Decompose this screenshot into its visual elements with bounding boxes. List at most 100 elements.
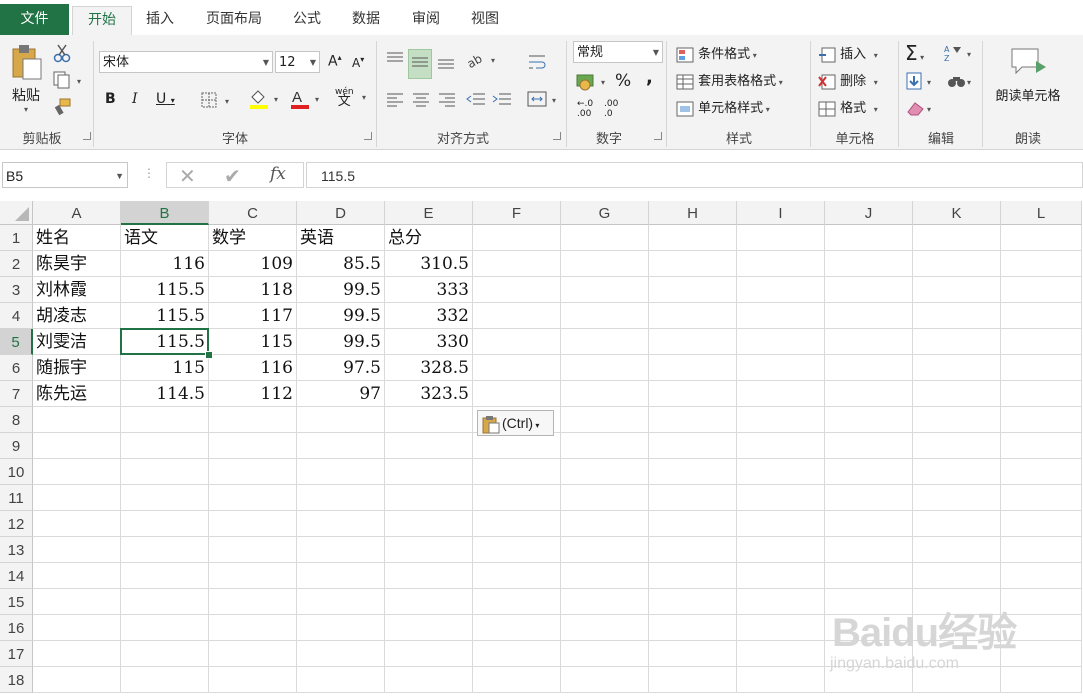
format-cells-button[interactable]: 格式 ▾ xyxy=(818,97,878,117)
cell-k4[interactable] xyxy=(913,303,1001,329)
cell-c9[interactable] xyxy=(209,433,297,459)
cell-d9[interactable] xyxy=(297,433,385,459)
cell-a6[interactable]: 随振宇 xyxy=(33,355,121,381)
cell-j13[interactable] xyxy=(825,537,913,563)
cell-d13[interactable] xyxy=(297,537,385,563)
cell-c7[interactable]: 112 xyxy=(209,381,297,407)
cell-f11[interactable] xyxy=(473,485,561,511)
cell-k8[interactable] xyxy=(913,407,1001,433)
enter-icon[interactable]: ✔ xyxy=(224,164,241,188)
cell-e13[interactable] xyxy=(385,537,473,563)
cell-e6[interactable]: 328.5 xyxy=(385,355,473,381)
cell-c14[interactable] xyxy=(209,563,297,589)
align-left-icon[interactable] xyxy=(384,91,406,111)
conditional-formatting-button[interactable]: 条件格式 ▾ xyxy=(676,43,757,63)
cell-h15[interactable] xyxy=(649,589,737,615)
cell-e15[interactable] xyxy=(385,589,473,615)
cell-a4[interactable]: 胡凌志 xyxy=(33,303,121,329)
cell-j2[interactable] xyxy=(825,251,913,277)
cell-l18[interactable] xyxy=(1001,667,1082,693)
cell-g1[interactable] xyxy=(561,225,649,251)
wrap-text-icon[interactable] xyxy=(526,51,548,77)
cell-e2[interactable]: 310.5 xyxy=(385,251,473,277)
alignment-launcher-icon[interactable] xyxy=(553,132,561,140)
cell-a9[interactable] xyxy=(33,433,121,459)
column-header-f[interactable]: F xyxy=(473,201,561,225)
cell-l12[interactable] xyxy=(1001,511,1082,537)
cell-l4[interactable] xyxy=(1001,303,1082,329)
cell-f7[interactable] xyxy=(473,381,561,407)
column-header-l[interactable]: L xyxy=(1001,201,1082,225)
cell-h5[interactable] xyxy=(649,329,737,355)
cell-h9[interactable] xyxy=(649,433,737,459)
cell-e11[interactable] xyxy=(385,485,473,511)
cell-g14[interactable] xyxy=(561,563,649,589)
cell-d18[interactable] xyxy=(297,667,385,693)
increase-indent-icon[interactable] xyxy=(491,91,513,111)
cell-b9[interactable] xyxy=(121,433,209,459)
cell-k11[interactable] xyxy=(913,485,1001,511)
column-header-g[interactable]: G xyxy=(561,201,649,225)
cell-l2[interactable] xyxy=(1001,251,1082,277)
cell-j7[interactable] xyxy=(825,381,913,407)
cell-b4[interactable]: 115.5 xyxy=(121,303,209,329)
cell-c8[interactable] xyxy=(209,407,297,433)
cell-c16[interactable] xyxy=(209,615,297,641)
cell-i3[interactable] xyxy=(737,277,825,303)
tab-page-layout[interactable]: 页面布局 xyxy=(196,6,272,35)
cell-k12[interactable] xyxy=(913,511,1001,537)
cell-h10[interactable] xyxy=(649,459,737,485)
paste-button[interactable]: 粘贴 ▾ xyxy=(6,43,46,119)
cell-h16[interactable] xyxy=(649,615,737,641)
tab-view[interactable]: 视图 xyxy=(462,6,508,35)
row-header-18[interactable]: 18 xyxy=(0,667,33,693)
column-header-b[interactable]: B xyxy=(121,201,209,225)
cell-j12[interactable] xyxy=(825,511,913,537)
cell-i16[interactable] xyxy=(737,615,825,641)
font-color-icon[interactable]: A ▾ xyxy=(289,88,325,114)
cell-h17[interactable] xyxy=(649,641,737,667)
align-top-icon[interactable] xyxy=(384,49,406,73)
cell-b12[interactable] xyxy=(121,511,209,537)
cell-b10[interactable] xyxy=(121,459,209,485)
cell-f5[interactable] xyxy=(473,329,561,355)
cell-h13[interactable] xyxy=(649,537,737,563)
cell-d14[interactable] xyxy=(297,563,385,589)
cell-e18[interactable] xyxy=(385,667,473,693)
cell-h1[interactable] xyxy=(649,225,737,251)
cell-a16[interactable] xyxy=(33,615,121,641)
cell-c18[interactable] xyxy=(209,667,297,693)
align-center-icon[interactable] xyxy=(410,91,432,111)
cell-e17[interactable] xyxy=(385,641,473,667)
number-launcher-icon[interactable] xyxy=(654,132,662,140)
cell-l7[interactable] xyxy=(1001,381,1082,407)
cell-l13[interactable] xyxy=(1001,537,1082,563)
cell-d4[interactable]: 99.5 xyxy=(297,303,385,329)
column-header-e[interactable]: E xyxy=(385,201,473,225)
cell-f17[interactable] xyxy=(473,641,561,667)
cell-d7[interactable]: 97 xyxy=(297,381,385,407)
cell-e8[interactable] xyxy=(385,407,473,433)
column-header-d[interactable]: D xyxy=(297,201,385,225)
cell-f13[interactable] xyxy=(473,537,561,563)
cell-g2[interactable] xyxy=(561,251,649,277)
column-header-k[interactable]: K xyxy=(913,201,1001,225)
cell-l10[interactable] xyxy=(1001,459,1082,485)
cell-e10[interactable] xyxy=(385,459,473,485)
cell-a7[interactable]: 陈先运 xyxy=(33,381,121,407)
row-header-17[interactable]: 17 xyxy=(0,641,33,667)
insert-cells-button[interactable]: 插入 ▾ xyxy=(818,43,878,63)
tab-file[interactable]: 文件 xyxy=(0,4,69,35)
cell-d6[interactable]: 97.5 xyxy=(297,355,385,381)
row-header-2[interactable]: 2 xyxy=(0,251,33,277)
find-select-icon[interactable]: ▾ xyxy=(945,71,975,95)
cell-j6[interactable] xyxy=(825,355,913,381)
cell-b7[interactable]: 114.5 xyxy=(121,381,209,407)
cell-f12[interactable] xyxy=(473,511,561,537)
fill-icon[interactable]: ▾ xyxy=(905,71,939,95)
cell-j3[interactable] xyxy=(825,277,913,303)
cell-e4[interactable]: 332 xyxy=(385,303,473,329)
cell-f18[interactable] xyxy=(473,667,561,693)
cell-a1[interactable]: 姓名 xyxy=(33,225,121,251)
tab-data[interactable]: 数据 xyxy=(343,6,389,35)
